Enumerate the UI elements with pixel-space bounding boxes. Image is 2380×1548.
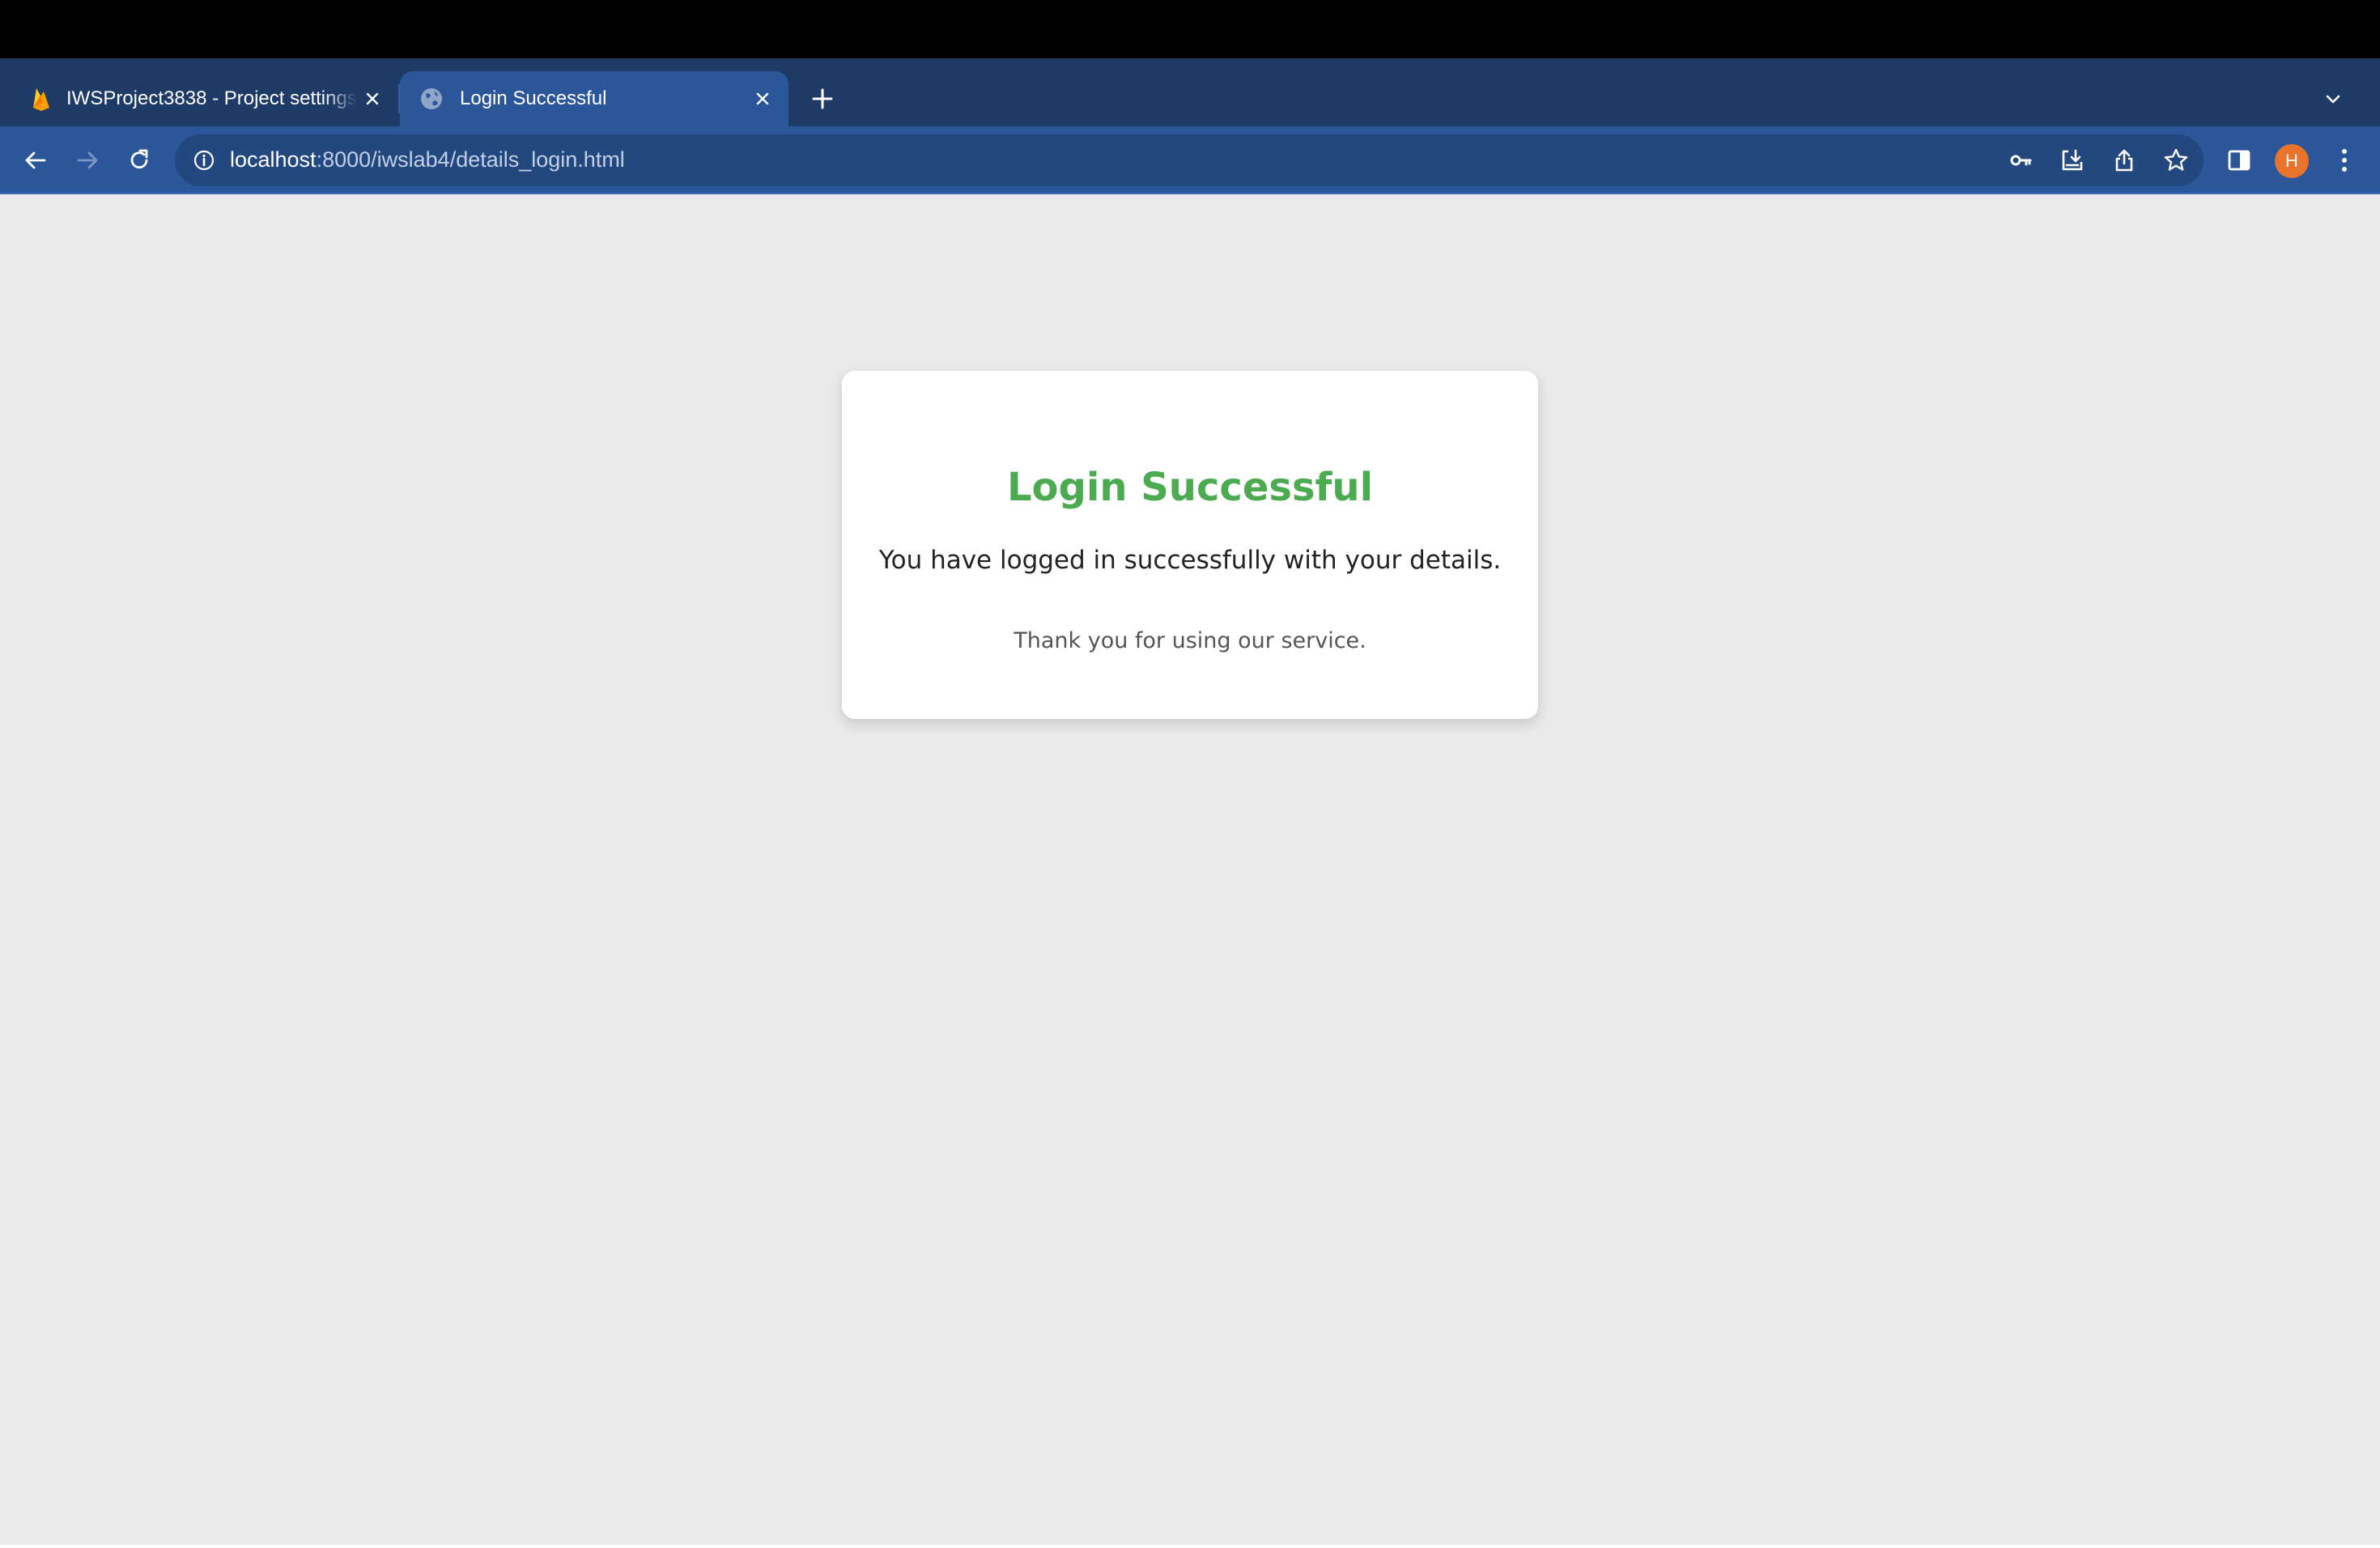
login-success-card: Login Successful You have logged in succ…: [842, 371, 1538, 719]
chevron-down-icon: [2326, 95, 2340, 104]
firebase-icon: [32, 87, 50, 111]
side-panel-icon[interactable]: [2221, 142, 2257, 178]
globe-icon: [419, 87, 444, 111]
bottom-edge: [0, 1545, 2380, 1548]
tab-title: IWSProject3838 - Project settings: [66, 87, 357, 109]
reload-button[interactable]: [121, 142, 157, 178]
info-icon[interactable]: [189, 146, 219, 175]
url-host: localhost: [230, 147, 317, 172]
close-icon[interactable]: [750, 86, 776, 112]
tab-search-button[interactable]: [2317, 83, 2349, 115]
page-title: Login Successful: [1006, 465, 1374, 510]
arrow-right-icon: [77, 151, 98, 169]
forward-button[interactable]: [70, 142, 105, 178]
plus-icon: [812, 88, 833, 109]
tab-firebase-project[interactable]: IWSProject3838 - Project settings: [0, 71, 398, 126]
bookmark-star-icon[interactable]: [2158, 142, 2194, 178]
close-icon[interactable]: [359, 86, 385, 112]
install-app-icon[interactable]: [2055, 142, 2090, 178]
new-tab-button[interactable]: [806, 83, 839, 115]
arrow-left-icon: [25, 151, 46, 169]
url-path: :8000/iwslab4/details_login.html: [316, 147, 625, 172]
address-bar[interactable]: localhost:8000/iwslab4/details_login.htm…: [175, 134, 2204, 186]
reload-icon: [130, 149, 148, 169]
tab-title: Login Successful: [460, 87, 607, 109]
share-icon[interactable]: [2106, 142, 2142, 178]
system-top-bar: [0, 0, 2380, 58]
url-text[interactable]: localhost:8000/iwslab4/details_login.htm…: [230, 147, 625, 172]
tab-login-successful[interactable]: Login Successful: [400, 71, 788, 126]
toolbar-divider: [0, 193, 2380, 194]
kebab-menu-icon: [2342, 149, 2347, 172]
password-key-icon[interactable]: [2003, 142, 2038, 178]
success-message: You have logged in successfully with you…: [878, 546, 1502, 575]
profile-avatar[interactable]: H: [2275, 144, 2309, 178]
thank-you-note: Thank you for using our service.: [1014, 628, 1366, 653]
more-options-button[interactable]: [2328, 142, 2361, 178]
back-button[interactable]: [18, 142, 53, 178]
